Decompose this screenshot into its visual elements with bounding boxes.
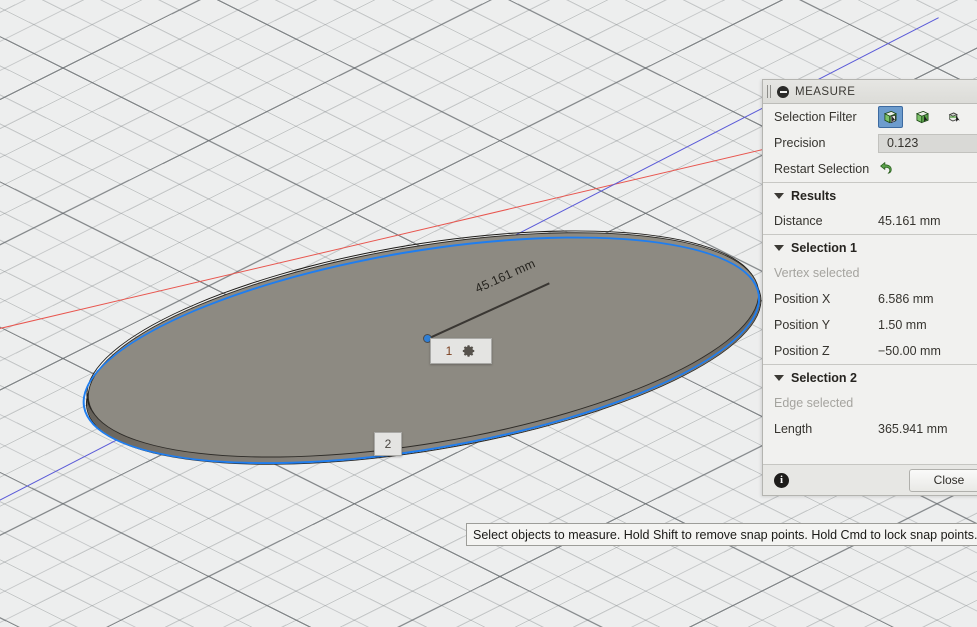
measure-panel-footer: i Close (763, 464, 977, 495)
info-icon[interactable]: i (774, 472, 789, 488)
chevron-down-icon[interactable] (774, 244, 784, 251)
position-x-value: 6.586 mm (878, 292, 934, 306)
precision-dropdown[interactable]: 0.123 (878, 133, 977, 153)
filter-face-button[interactable] (878, 106, 903, 128)
position-y-label: Position Y (774, 318, 831, 332)
selection-1-section-header[interactable]: Selection 1 (763, 235, 977, 260)
close-button[interactable]: Close (909, 468, 977, 492)
position-x-label: Position X (774, 292, 831, 306)
position-y-value: 1.50 mm (878, 318, 927, 332)
length-row: Length 365.941 mm (763, 416, 977, 442)
panel-title: MEASURE (795, 85, 856, 98)
measure-panel-header[interactable]: MEASURE (763, 80, 977, 104)
position-z-row: Position Z −50.00 mm (763, 338, 977, 364)
collapse-icon[interactable] (777, 85, 789, 98)
selection-filter-row: Selection Filter (763, 104, 977, 130)
selection-1-heading: Selection 1 (791, 240, 857, 255)
filter-edge-button[interactable] (910, 106, 935, 128)
selection-1-status-row: Vertex selected (763, 260, 977, 286)
undo-arrow-icon[interactable] (878, 159, 896, 179)
length-label: Length (774, 422, 813, 436)
length-value: 365.941 mm (878, 422, 948, 436)
chevron-down-icon[interactable] (774, 374, 784, 381)
selection-1-status: Vertex selected (774, 266, 860, 280)
precision-value: 0.123 (887, 136, 919, 150)
distance-row: Distance 45.161 mm (763, 208, 977, 234)
panel-spacer (763, 442, 977, 464)
selection-1-number: 1 (445, 344, 453, 358)
distance-value: 45.161 mm (878, 214, 941, 228)
selection-1-badge[interactable]: 1 (430, 338, 492, 364)
selection-2-number: 2 (384, 437, 392, 451)
position-y-row: Position Y 1.50 mm (763, 312, 977, 338)
selection-2-badge[interactable]: 2 (374, 432, 402, 456)
panel-drag-handle[interactable] (767, 85, 771, 98)
cad-application-window: 45.161 mm 1 2 MEASURE Selection Filter P… (0, 0, 977, 627)
gear-icon[interactable] (462, 344, 476, 358)
precision-row: Precision 0.123 (763, 130, 977, 156)
position-z-value: −50.00 mm (878, 344, 941, 358)
restart-selection-row: Restart Selection (763, 156, 977, 182)
selection-filter-buttons (878, 106, 967, 128)
measure-panel-body: Selection Filter Precision 0.123 Restart… (763, 104, 977, 464)
results-section-header[interactable]: Results (763, 183, 977, 208)
results-heading: Results (791, 188, 837, 203)
chevron-down-icon[interactable] (774, 192, 784, 199)
selection-2-status-row: Edge selected (763, 390, 977, 416)
selection-filter-label: Selection Filter (774, 110, 857, 124)
position-z-label: Position Z (774, 344, 830, 358)
distance-label: Distance (774, 214, 823, 228)
selection-2-section-header[interactable]: Selection 2 (763, 365, 977, 390)
status-tooltip: Select objects to measure. Hold Shift to… (466, 523, 977, 546)
restart-selection-label: Restart Selection (774, 162, 870, 176)
precision-label: Precision (774, 136, 826, 150)
selection-2-status: Edge selected (774, 396, 854, 410)
measure-panel: MEASURE Selection Filter Precision 0.123… (762, 79, 977, 496)
status-message: Select objects to measure. Hold Shift to… (473, 527, 977, 542)
selection-2-heading: Selection 2 (791, 370, 857, 385)
filter-vertex-button[interactable] (942, 106, 967, 128)
position-x-row: Position X 6.586 mm (763, 286, 977, 312)
